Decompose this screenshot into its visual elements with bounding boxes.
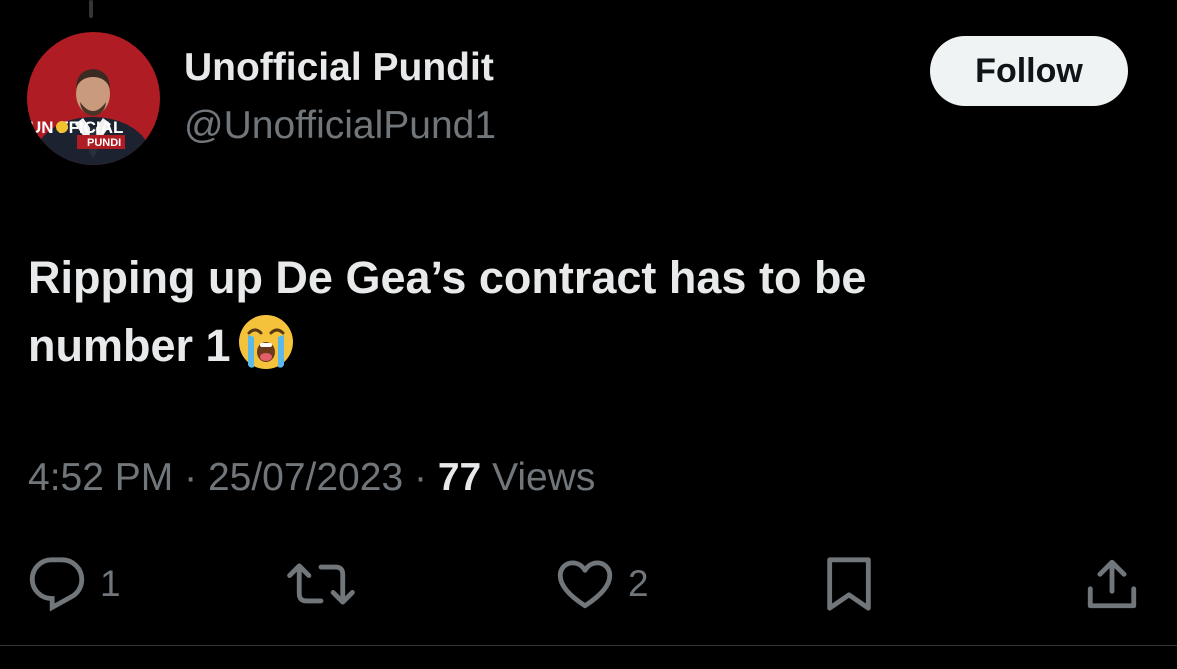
share-button[interactable]: [1083, 555, 1141, 613]
avatar-logo-line1: UN FFICIAL: [29, 118, 123, 137]
views-count: 77: [437, 456, 482, 499]
thread-line: [89, 0, 93, 18]
avatar-logo-line2: PUNDI: [87, 137, 121, 149]
handle[interactable]: @UnofficialPund1: [184, 104, 496, 148]
loudly-crying-face-icon: [237, 313, 295, 390]
retweet-icon: [287, 563, 355, 605]
tweet-text-content: Ripping up De Gea’s contract has to be n…: [28, 252, 867, 371]
tweet-time[interactable]: 4:52 PM: [28, 456, 173, 499]
reply-button[interactable]: 1: [28, 555, 121, 613]
meta-separator: ·: [184, 456, 198, 499]
follow-button[interactable]: Follow: [930, 36, 1128, 106]
divider: [0, 645, 1177, 646]
tweet-meta: 4:52 PM · 25/07/2023 · 77 Views: [28, 456, 595, 500]
tweet-date[interactable]: 25/07/2023: [208, 456, 403, 499]
share-icon: [1087, 559, 1137, 609]
bookmark-icon: [827, 557, 871, 611]
views-label: Views: [492, 456, 596, 499]
tweet-text: Ripping up De Gea’s contract has to be n…: [28, 244, 1028, 390]
meta-separator: ·: [413, 456, 427, 499]
bookmark-button[interactable]: [822, 555, 876, 613]
avatar[interactable]: UN FFICIAL PUNDI: [27, 32, 160, 165]
display-name[interactable]: Unofficial Pundit: [184, 46, 494, 90]
reply-icon: [29, 557, 85, 612]
heart-icon: [557, 560, 613, 609]
reply-count: 1: [100, 563, 121, 604]
like-button[interactable]: 2: [556, 555, 649, 613]
like-count: 2: [628, 563, 649, 604]
retweet-button[interactable]: [287, 555, 355, 613]
